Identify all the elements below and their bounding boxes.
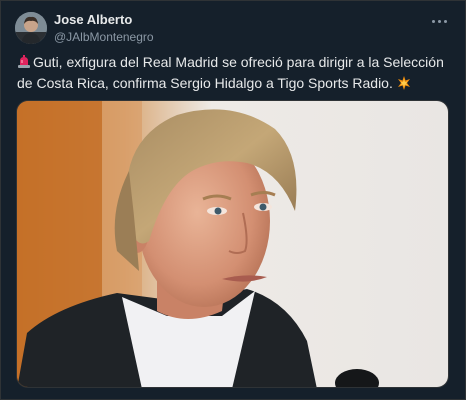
photo-man-speaking	[17, 101, 448, 387]
more-horizontal-icon-dot	[437, 19, 441, 23]
more-options-button[interactable]	[425, 11, 453, 31]
more-horizontal-icon	[431, 19, 435, 23]
collision-emoji-icon	[397, 76, 411, 95]
tweet-text: Guti, exfigura del Real Madrid se ofreci…	[17, 54, 444, 91]
tweet-text-block: Guti, exfigura del Real Madrid se ofreci…	[17, 53, 457, 95]
tweet-photo[interactable]	[16, 100, 449, 388]
author-handle[interactable]: @JAlbMontenegro	[54, 30, 154, 44]
avatar-photo	[15, 12, 47, 44]
more-horizontal-icon-dot	[443, 19, 447, 23]
avatar[interactable]	[15, 12, 47, 44]
tweet-card: Jose Alberto @JAlbMontenegro Guti, exfig…	[0, 0, 466, 400]
police-light-emoji-icon	[17, 55, 31, 74]
author-name[interactable]: Jose Alberto	[54, 12, 132, 27]
